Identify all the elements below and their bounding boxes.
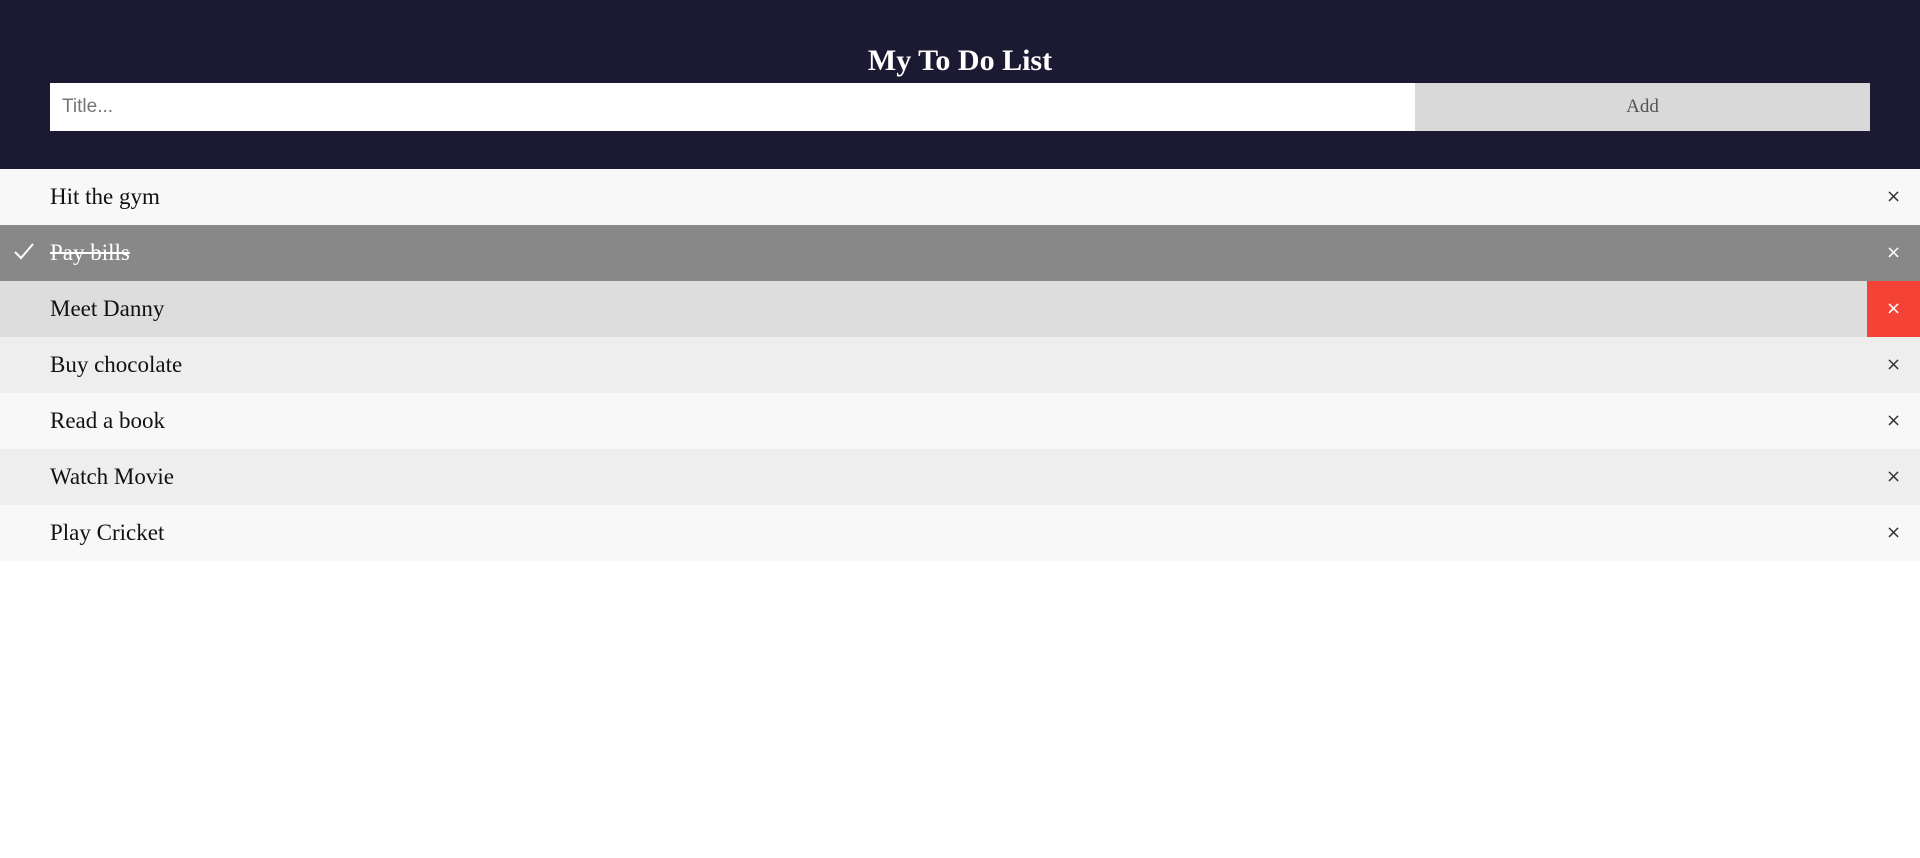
list-item[interactable]: Pay bills × [0,225,1920,281]
list-item-text: Pay bills [50,240,130,265]
input-row: Add [50,83,1870,131]
header: My To Do List Add [0,0,1920,169]
list-item[interactable]: Buy chocolate × [0,337,1920,393]
list-item[interactable]: Play Cricket × [0,505,1920,561]
list-item-text: Play Cricket [50,520,165,545]
close-icon[interactable]: × [1867,449,1920,505]
list-item-text: Watch Movie [50,464,174,489]
close-icon[interactable]: × [1867,169,1920,225]
list-item[interactable]: Meet Danny × [0,281,1920,337]
list-item[interactable]: Read a book × [0,393,1920,449]
close-icon[interactable]: × [1867,393,1920,449]
close-icon[interactable]: × [1867,281,1920,337]
close-icon[interactable]: × [1867,225,1920,281]
todo-list: Hit the gym × Pay bills × Meet Danny × B… [0,169,1920,561]
list-item-text: Meet Danny [50,296,165,321]
close-icon[interactable]: × [1867,337,1920,393]
add-button[interactable]: Add [1415,83,1870,131]
list-item[interactable]: Hit the gym × [0,169,1920,225]
check-icon [14,243,34,260]
close-icon[interactable]: × [1867,505,1920,561]
list-item-text: Buy chocolate [50,352,183,377]
list-item-text: Hit the gym [50,184,160,209]
page-title: My To Do List [867,44,1053,77]
title-input[interactable] [50,83,1415,131]
list-item-text: Read a book [50,408,165,433]
list-item[interactable]: Watch Movie × [0,449,1920,505]
